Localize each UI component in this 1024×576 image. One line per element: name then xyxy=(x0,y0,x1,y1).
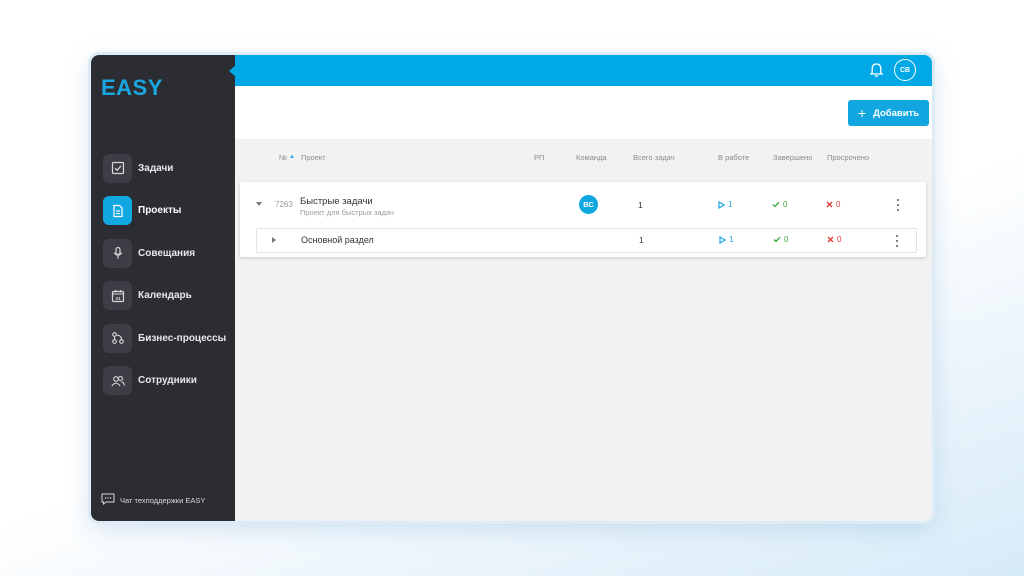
sidebar-item-label: Календарь xyxy=(138,290,192,301)
overdue-count: 0 xyxy=(826,200,840,209)
section-done-value: 0 xyxy=(784,235,789,244)
sidebar-item-calendar[interactable]: 31 Календарь xyxy=(103,281,233,311)
add-button-label: Добавить xyxy=(873,107,920,119)
sidebar-item-label: Задачи xyxy=(138,162,174,174)
play-icon xyxy=(719,235,726,244)
project-id: 7263 xyxy=(275,200,293,209)
column-header-team[interactable]: Команда xyxy=(576,153,607,162)
chat-icon xyxy=(101,493,115,507)
checkbox-icon xyxy=(103,153,132,183)
project-card: 7263 Быстрые задачи Проект для быстрых з… xyxy=(240,182,926,257)
support-chat-link[interactable]: Чат техподдержки EASY xyxy=(101,493,205,507)
sidebar-nav: Задачи Проекты Совещания 31 Календарь Би… xyxy=(103,153,233,408)
sort-asc-icon: ▲ xyxy=(289,154,295,160)
section-total-tasks: 1 xyxy=(639,235,644,245)
column-header-overdue[interactable]: Просрочено xyxy=(827,153,869,162)
done-count: 0 xyxy=(772,200,787,209)
sidebar-item-business-processes[interactable]: Бизнес-процессы xyxy=(103,323,233,353)
calendar-icon: 31 xyxy=(103,281,132,310)
microphone-icon xyxy=(103,238,132,268)
column-header-number[interactable]: № ▲ xyxy=(279,153,295,162)
column-header-done[interactable]: Завершено xyxy=(773,153,812,162)
row-menu-icon[interactable] xyxy=(893,199,903,211)
section-done-count: 0 xyxy=(773,235,788,244)
sidebar-item-label: Бизнес-процессы xyxy=(138,332,227,344)
overdue-value: 0 xyxy=(836,200,841,209)
expand-caret-icon[interactable] xyxy=(272,237,276,243)
expand-caret-icon[interactable] xyxy=(256,202,262,206)
project-name[interactable]: Быстрые задачи xyxy=(300,196,373,207)
sidebar-item-tasks[interactable]: Задачи xyxy=(103,153,233,183)
sidebar-item-label: Совещания xyxy=(138,247,196,259)
document-icon xyxy=(103,196,132,225)
app-logo[interactable]: EASY xyxy=(101,75,163,101)
plus-icon: + xyxy=(857,105,867,121)
sidebar-item-label: Проекты xyxy=(138,205,182,216)
sidebar-item-meetings[interactable]: Совещания xyxy=(103,238,233,268)
top-bar: СВ xyxy=(235,55,932,86)
bell-icon[interactable] xyxy=(869,62,884,83)
section-name[interactable]: Основной раздел xyxy=(301,235,374,245)
in-work-count: 1 xyxy=(718,200,732,209)
app-window: EASY Задачи Проекты Совещания 31 Календа… xyxy=(91,55,932,521)
project-description: Проект для быстрых задач xyxy=(300,208,394,217)
user-avatar[interactable]: СВ xyxy=(894,59,916,81)
sidebar-item-employees[interactable]: Сотрудники xyxy=(103,366,233,396)
column-header-in-work[interactable]: В работе xyxy=(718,153,749,162)
total-tasks: 1 xyxy=(638,200,643,210)
play-icon xyxy=(718,200,725,209)
column-header-total[interactable]: Всего задач xyxy=(633,153,675,162)
done-value: 0 xyxy=(783,200,788,209)
calendar-day-number: 31 xyxy=(115,296,121,302)
team-avatar[interactable]: ВС xyxy=(579,195,598,214)
users-icon xyxy=(103,366,132,395)
column-header-pm[interactable]: РП xyxy=(534,153,544,162)
action-bar: + Добавить xyxy=(235,86,932,139)
table-header: № ▲ Проект РП Команда Всего задач В работ… xyxy=(235,153,932,167)
add-button[interactable]: + Добавить xyxy=(848,100,929,126)
section-menu-icon[interactable] xyxy=(892,235,902,247)
check-icon xyxy=(773,236,781,243)
in-work-value: 1 xyxy=(728,200,733,209)
sidebar: EASY Задачи Проекты Совещания 31 Календа… xyxy=(91,55,236,521)
cross-icon xyxy=(827,236,834,243)
sidebar-item-label: Сотрудники xyxy=(138,375,197,386)
section-overdue-count: 0 xyxy=(827,235,841,244)
flow-icon xyxy=(103,323,132,353)
table-row[interactable]: 7263 Быстрые задачи Проект для быстрых з… xyxy=(240,182,926,227)
column-header-project[interactable]: Проект xyxy=(301,153,326,162)
check-icon xyxy=(772,201,780,208)
cross-icon xyxy=(826,201,833,208)
section-in-work-count: 1 xyxy=(719,235,733,244)
section-in-work-value: 1 xyxy=(729,235,734,244)
section-overdue-value: 0 xyxy=(837,235,842,244)
sidebar-item-projects[interactable]: Проекты xyxy=(103,196,233,226)
support-chat-label: Чат техподдержки EASY xyxy=(120,495,206,505)
section-row[interactable]: Основной раздел 1 1 0 0 xyxy=(256,228,917,253)
